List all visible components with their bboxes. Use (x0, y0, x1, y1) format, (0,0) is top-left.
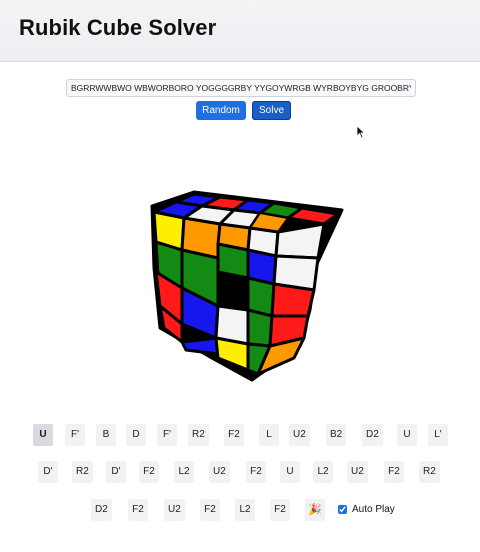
move-step[interactable]: B (96, 424, 116, 446)
move-step[interactable]: F' (157, 424, 177, 446)
random-button[interactable]: Random (196, 101, 246, 120)
move-step[interactable]: D' (38, 461, 58, 483)
move-step[interactable]: F2 (200, 499, 220, 521)
move-step[interactable]: F2 (128, 499, 148, 521)
move-step[interactable]: U (33, 424, 53, 446)
autoplay-label: Auto Play (352, 504, 395, 515)
cube-state-input[interactable] (66, 79, 416, 97)
move-step[interactable]: D2 (362, 424, 383, 446)
move-step[interactable]: L (259, 424, 279, 446)
header-bar: Rubik Cube Solver (0, 0, 480, 62)
move-step[interactable]: F2 (270, 499, 290, 521)
move-step[interactable]: R2 (72, 461, 93, 483)
move-step[interactable]: U2 (347, 461, 368, 483)
move-step[interactable]: D (126, 424, 146, 446)
move-step[interactable]: D2 (91, 499, 112, 521)
party-popper-icon[interactable]: 🎉 (305, 499, 325, 521)
move-step[interactable]: F' (65, 424, 85, 446)
move-step[interactable]: L' (428, 424, 448, 446)
move-step[interactable]: L2 (174, 461, 194, 483)
move-step[interactable]: D' (106, 461, 126, 483)
mouse-pointer-icon (356, 125, 366, 139)
move-step[interactable]: L2 (235, 499, 255, 521)
move-step[interactable]: U (280, 461, 300, 483)
move-step[interactable]: L2 (313, 461, 333, 483)
move-step[interactable]: U (397, 424, 417, 446)
move-step[interactable]: F2 (384, 461, 404, 483)
move-step[interactable]: F2 (246, 461, 266, 483)
autoplay-toggle[interactable]: Auto Play (338, 504, 395, 515)
move-step[interactable]: U2 (164, 499, 185, 521)
solve-button[interactable]: Solve (252, 101, 291, 120)
move-step[interactable]: R2 (188, 424, 209, 446)
move-step[interactable]: R2 (419, 461, 440, 483)
move-step[interactable]: B2 (326, 424, 347, 446)
move-step[interactable]: F2 (139, 461, 159, 483)
move-step[interactable]: F2 (224, 424, 244, 446)
autoplay-checkbox[interactable] (338, 505, 347, 514)
move-step[interactable]: U2 (209, 461, 230, 483)
page-title: Rubik Cube Solver (19, 15, 217, 40)
rubik-cube-3d[interactable] (148, 188, 348, 384)
move-step[interactable]: U2 (289, 424, 310, 446)
